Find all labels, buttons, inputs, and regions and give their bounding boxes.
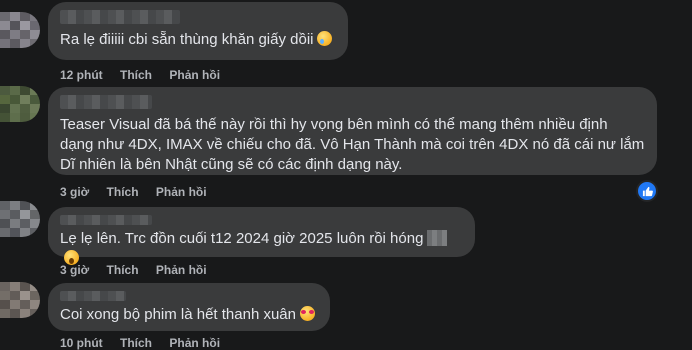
comment-text-content: Coi xong bộ phim là hết thanh xuân [60,306,296,323]
avatar[interactable] [0,201,40,237]
like-button[interactable]: Thích [120,336,152,350]
comment-bubble: Coi xong bộ phim là hết thanh xuân [48,283,330,331]
avatar[interactable] [0,86,40,122]
tearful-face-emoji [317,31,333,46]
comment-actions: 3 giờ Thích Phản hồi [60,185,221,199]
comment-actions: 3 giờ Thích Phản hồi [60,263,221,277]
reply-button[interactable]: Phản hồi [156,263,207,277]
reply-button[interactable]: Phản hồi [156,185,207,199]
redacted-text [427,230,448,246]
avatar[interactable] [0,12,40,48]
comment-text: Teaser Visual đã bá thế này rồi thì hy v… [60,116,645,173]
commenter-name[interactable] [60,291,126,301]
reply-button[interactable]: Phản hồi [169,336,220,350]
like-button[interactable]: Thích [107,263,139,277]
comment-actions: 10 phút Thích Phản hồi [60,336,234,350]
timestamp[interactable]: 10 phút [60,336,103,350]
comment-bubble: Teaser Visual đã bá thế này rồi thì hy v… [48,87,657,175]
comment-text: Coi xong bộ phim là hết thanh xuân [60,305,318,325]
comment-text-content: Ra lẹ điiiii cbi sẵn thùng khăn giấy dồi… [60,31,314,48]
comment-actions: 12 phút Thích Phản hồi [60,68,234,82]
comment-text: Ra lẹ điiiii cbi sẵn thùng khăn giấy dồi… [60,30,336,50]
commenter-name[interactable] [60,10,180,24]
avatar[interactable] [0,282,40,318]
reply-button[interactable]: Phản hồi [169,68,220,82]
heart-eyes-face-emoji [300,306,315,321]
comment-bubble: Lẹ lẹ lên. Trc đồn cuối t12 2024 giờ 202… [48,207,475,265]
timestamp[interactable]: 12 phút [60,68,103,82]
like-reaction-icon[interactable] [636,180,658,202]
comment-bubble: Ra lẹ điiiii cbi sẵn thùng khăn giấy dồi… [48,2,348,60]
like-button[interactable]: Thích [107,185,139,199]
commenter-name[interactable] [60,95,152,109]
timestamp[interactable]: 3 giờ [60,263,89,277]
commenter-name[interactable] [60,215,152,225]
comment-text-content: Lẹ lẹ lên. Trc đồn cuối t12 2024 giờ 202… [60,230,424,247]
timestamp[interactable]: 3 giờ [60,185,89,199]
like-button[interactable]: Thích [120,68,152,82]
